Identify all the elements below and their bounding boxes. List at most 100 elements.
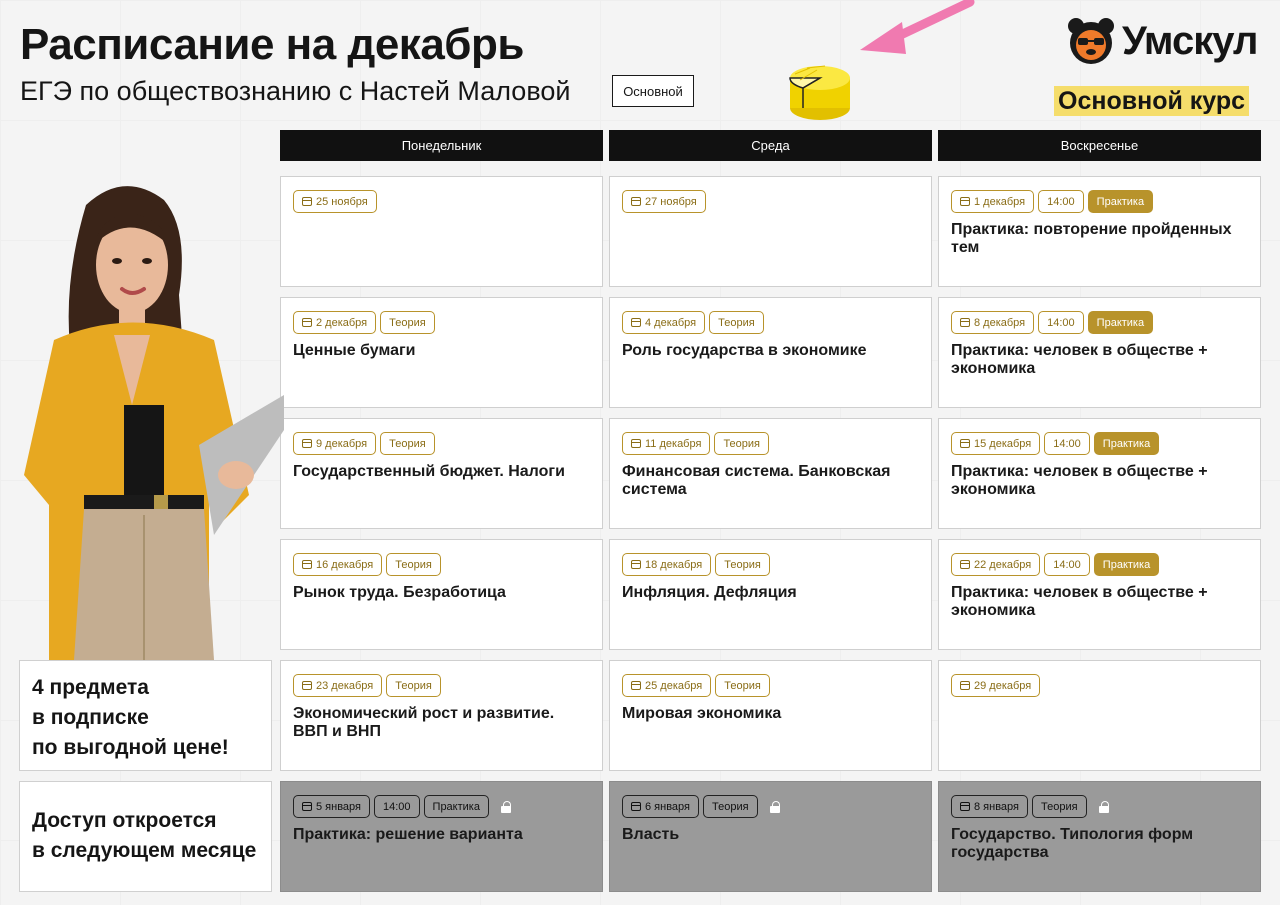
lesson-card-monday[interactable]: 16 декабря Теория Рынок труда. Безработица [280,539,603,650]
date-tag-label: 9 декабря [316,437,368,450]
time-tag: 14:00 [1044,553,1090,576]
theory-tag-label: Теория [395,679,432,692]
lesson-card-sunday[interactable]: 8 января Теория Государство. Типология фор… [938,781,1261,892]
date-tag: 11 декабря [622,432,711,455]
date-tag-label: 18 декабря [645,558,703,571]
time-tag: 14:00 [1038,190,1084,213]
practice-tag-label: Практика [1102,437,1151,450]
calendar-icon [302,681,312,690]
lesson-card-sunday[interactable]: 15 декабря 14:00 Практика Практика: человек… [938,418,1261,529]
brand-logo[interactable]: Умскул [1066,16,1258,66]
theory-tag: Теория [714,432,769,455]
theory-tag: Теория [380,432,435,455]
lesson-tags: 16 декабря Теория [293,553,590,576]
calendar-icon [302,802,312,811]
lesson-card-wednesday[interactable]: 4 декабря Теория Роль государства в эконом… [609,297,932,408]
lesson-card-sunday[interactable]: 29 декабря [938,660,1261,771]
page-title: Расписание на декабрь [20,20,524,69]
lesson-card-sunday[interactable]: 8 декабря 14:00 Практика Практика: человек … [938,297,1261,408]
calendar-icon [302,318,312,327]
calendar-icon [631,318,641,327]
lesson-card-wednesday[interactable]: 25 декабря Теория Мировая экономика [609,660,932,771]
subscription-promo[interactable]: 4 предмета в подписке по выгодной цене! [19,660,272,771]
practice-tag-label: Практика [1096,195,1145,208]
lock-icon [769,800,780,813]
calendar-icon [631,560,641,569]
calendar-icon [960,439,970,448]
theory-tag: Теория [1032,795,1087,818]
theory-tag: Теория [703,795,758,818]
date-tag: 25 декабря [622,674,712,697]
lesson-card-monday[interactable]: 5 января 14:00 Практика Практика: решение в… [280,781,603,892]
date-tag: 1 декабря [951,190,1035,213]
practice-tag-label: Практика [1102,558,1151,571]
lesson-card-wednesday[interactable]: 18 декабря Теория Инфляция. Дефляция [609,539,932,650]
theory-tag-label: Теория [712,800,749,813]
date-tag-label: 27 ноября [645,195,697,208]
lesson-tags: 8 декабря 14:00 Практика [951,311,1248,334]
calendar-icon [960,802,970,811]
date-tag-label: 15 декабря [974,437,1032,450]
date-tag-label: 22 декабря [974,558,1032,571]
theory-tag-label: Теория [724,679,761,692]
lesson-tags: 25 декабря Теория [622,674,919,697]
lesson-card-monday[interactable]: 25 ноября [280,176,603,287]
date-tag-label: 16 декабря [316,558,374,571]
date-tag-label: 25 ноября [316,195,368,208]
cheese-illustration [789,65,850,120]
lesson-tags: 8 января Теория [951,795,1248,818]
practice-tag-label: Практика [1096,316,1145,329]
lesson-tags: 15 декабря 14:00 Практика [951,432,1248,455]
time-tag-label: 14:00 [1053,558,1081,571]
date-tag: 18 декабря [622,553,712,576]
date-tag-label: 4 декабря [645,316,697,329]
lesson-title: Государственный бюджет. Налоги [293,463,565,480]
lesson-tags: 4 декабря Теория [622,311,919,334]
theory-tag-label: Теория [389,316,426,329]
lesson-title: Практика: решение варианта [293,826,523,843]
teacher-photo [24,186,284,660]
date-tag-label: 25 декабря [645,679,703,692]
bear-icon [1068,18,1114,64]
lesson-title: Власть [622,826,680,843]
lesson-card-monday[interactable]: 2 декабря Теория Ценные бумаги [280,297,603,408]
lesson-title: Мировая экономика [622,705,782,722]
lesson-card-monday[interactable]: 23 декабря Теория Экономический рост и раз… [280,660,603,771]
date-tag-label: 11 декабря [645,437,702,450]
lesson-card-sunday[interactable]: 1 декабря 14:00 Практика Практика: повторен… [938,176,1261,287]
lesson-tags: 1 декабря 14:00 Практика [951,190,1248,213]
lesson-title: Инфляция. Дефляция [622,584,797,601]
lesson-title: Практика: человек в обществе + экономика [951,342,1208,377]
lesson-tags: 6 января Теория [622,795,919,818]
column-header-monday: Понедельник [280,130,603,161]
lock-icon [1098,800,1109,813]
theory-tag: Теория [709,311,764,334]
date-tag-label: 5 января [316,800,361,813]
date-tag: 23 декабря [293,674,383,697]
time-tag: 14:00 [374,795,420,818]
lesson-title: Практика: человек в обществе + экономика [951,584,1208,619]
lesson-card-wednesday[interactable]: 6 января Теория Власть [609,781,932,892]
page-subtitle: ЕГЭ по обществознанию с Настей Маловой [20,76,571,106]
date-tag-label: 23 декабря [316,679,374,692]
lesson-card-sunday[interactable]: 22 декабря 14:00 Практика Практика: человек… [938,539,1261,650]
lesson-title: Ценные бумаги [293,342,416,359]
logo-text: Умскул [1122,18,1258,63]
lock-icon [500,800,511,813]
time-tag-label: 14:00 [1047,316,1075,329]
date-tag-label: 6 января [645,800,690,813]
lesson-title: Рынок труда. Безработица [293,584,506,601]
lesson-card-monday[interactable]: 9 декабря Теория Государственный бюджет. Н… [280,418,603,529]
date-tag: 29 декабря [951,674,1041,697]
theory-tag-label: Теория [724,558,761,571]
lesson-card-wednesday[interactable]: 11 декабря Теория Финансовая система. Банк… [609,418,932,529]
lesson-tags: 2 декабря Теория [293,311,590,334]
lesson-tags: 25 ноября [293,190,590,213]
practice-tag: Практика [1087,311,1154,334]
calendar-icon [631,439,641,448]
date-tag: 5 января [293,795,370,818]
theory-tag-label: Теория [1041,800,1078,813]
next-month-notice-text: Доступ откроется в следующем месяце [32,809,257,862]
lesson-card-wednesday[interactable]: 27 ноября [609,176,932,287]
date-tag: 25 ноября [293,190,377,213]
